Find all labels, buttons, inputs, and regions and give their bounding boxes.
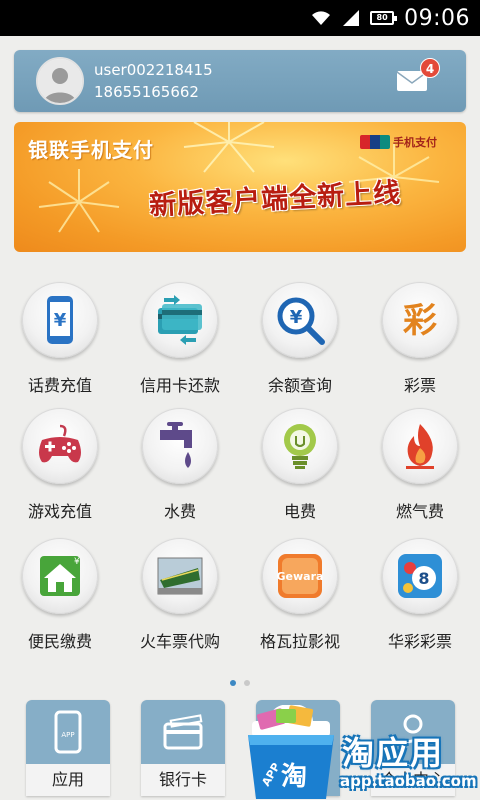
status-time: 09:06 xyxy=(404,5,470,31)
grid-item-gewara[interactable]: Gewara 格瓦拉影视 xyxy=(240,538,360,658)
signal-icon xyxy=(343,10,360,26)
status-bar: 80 09:06 xyxy=(0,0,480,36)
grid-item-game-recharge[interactable]: 游戏充值 xyxy=(0,408,120,528)
grid-item-electricity[interactable]: 电费 xyxy=(240,408,360,528)
taobao-watermark-url: app.taobao.com xyxy=(340,772,477,790)
grid-label: 火车票代购 xyxy=(139,632,220,651)
grid-label: 游戏充值 xyxy=(27,502,92,521)
page-dot[interactable] xyxy=(244,680,250,686)
page-dot-active[interactable] xyxy=(230,680,236,686)
svg-text:淘: 淘 xyxy=(281,762,307,792)
icon-circle xyxy=(142,408,218,484)
grid-item-huacai-lottery[interactable]: 8 华彩彩票 xyxy=(360,538,480,658)
avatar[interactable] xyxy=(36,57,84,105)
banner-logo-text: 手机支付 xyxy=(393,136,437,149)
status-icons: 80 09:06 xyxy=(310,0,470,36)
grid-item-credit-card[interactable]: 信用卡还款 xyxy=(120,282,240,402)
battery-icon: 80 xyxy=(370,11,398,25)
unionpay-logo: 手机支付 xyxy=(360,130,448,154)
grid-item-convenience[interactable]: ¥ 便民缴费 xyxy=(0,538,120,658)
banner-title: 银联手机支付 xyxy=(28,138,154,162)
icon-circle xyxy=(262,408,338,484)
unread-badge: 4 xyxy=(420,58,440,78)
dock-tab-apps[interactable]: APP 应用 xyxy=(26,700,110,796)
grid-item-phone-recharge[interactable]: ¥ 话费充值 xyxy=(0,282,120,402)
svg-text:彩: 彩 xyxy=(403,301,437,341)
lottery-icon: 彩 xyxy=(403,301,437,341)
grid-label: 燃气费 xyxy=(395,502,444,521)
icon-circle xyxy=(142,282,218,358)
avatar-placeholder-icon xyxy=(38,59,82,103)
dock-tab-bank-card[interactable]: 银行卡 xyxy=(141,700,225,796)
firework-decoration xyxy=(183,122,275,173)
train-icon xyxy=(157,557,203,595)
svg-text:¥: ¥ xyxy=(290,307,303,328)
taobao-watermark-title: 淘应用 xyxy=(342,734,445,772)
promo-banner[interactable]: 银联手机支付 手机支付 新版客户端全新上线 xyxy=(14,122,466,252)
icon-circle: Gewara xyxy=(262,538,338,614)
wifi-icon xyxy=(312,11,331,25)
firework-decoration xyxy=(38,169,120,233)
icon-circle xyxy=(142,538,218,614)
grid-label: 余额查询 xyxy=(267,376,332,395)
grid-item-train[interactable]: 火车票代购 xyxy=(120,538,240,658)
gamepad-icon xyxy=(39,424,81,463)
grid-label: 格瓦拉影视 xyxy=(259,632,340,651)
icon-circle xyxy=(22,408,98,484)
bank-card-icon xyxy=(163,714,203,750)
phone-app-icon: APP xyxy=(54,710,82,754)
grid-label: 彩票 xyxy=(403,376,436,395)
water-tap-icon xyxy=(160,422,192,468)
grid-label: 话费充值 xyxy=(27,376,92,395)
username: user002218415 xyxy=(94,61,213,79)
grid-item-lottery[interactable]: 彩 彩票 xyxy=(360,282,480,402)
dock-label: 银行卡 xyxy=(141,764,225,796)
page-indicator xyxy=(0,680,480,690)
icon-circle: ¥ xyxy=(22,282,98,358)
svg-text:APP: APP xyxy=(61,731,74,739)
svg-text:¥: ¥ xyxy=(74,557,80,567)
phone-recharge-icon: ¥ xyxy=(47,296,73,344)
grid-label: 水费 xyxy=(163,502,196,521)
grid-item-gas[interactable]: 燃气费 xyxy=(360,408,480,528)
svg-text:8: 8 xyxy=(418,569,429,588)
icon-circle xyxy=(382,408,458,484)
dock-label: 应用 xyxy=(26,764,110,796)
grid-label: 便民缴费 xyxy=(27,632,92,651)
app-store-icon: 淘 APP xyxy=(248,705,334,799)
icon-circle: 8 xyxy=(382,538,458,614)
grid-item-balance[interactable]: ¥ 余额查询 xyxy=(240,282,360,402)
icon-circle: 彩 xyxy=(382,282,458,358)
user-phone: 18655165662 xyxy=(94,83,199,101)
icon-circle: ¥ xyxy=(262,282,338,358)
credit-card-icon xyxy=(158,295,202,345)
flame-icon xyxy=(406,424,434,469)
icon-circle: ¥ xyxy=(22,538,98,614)
user-card[interactable]: user002218415 18655165662 4 xyxy=(14,50,466,112)
gewara-icon: Gewara xyxy=(277,554,324,598)
svg-text:¥: ¥ xyxy=(54,310,67,331)
lightbulb-icon xyxy=(284,424,316,469)
grid-label: 电费 xyxy=(283,502,316,521)
house-icon: ¥ xyxy=(40,556,80,596)
grid-item-water[interactable]: 水费 xyxy=(120,408,240,528)
grid-label: 信用卡还款 xyxy=(139,376,220,395)
grid-label: 华彩彩票 xyxy=(387,632,452,651)
unionpay-badge xyxy=(360,135,390,149)
lottery-ball-icon: 8 xyxy=(398,554,442,598)
svg-text:Gewara: Gewara xyxy=(277,570,324,583)
balance-search-icon: ¥ xyxy=(277,297,325,345)
